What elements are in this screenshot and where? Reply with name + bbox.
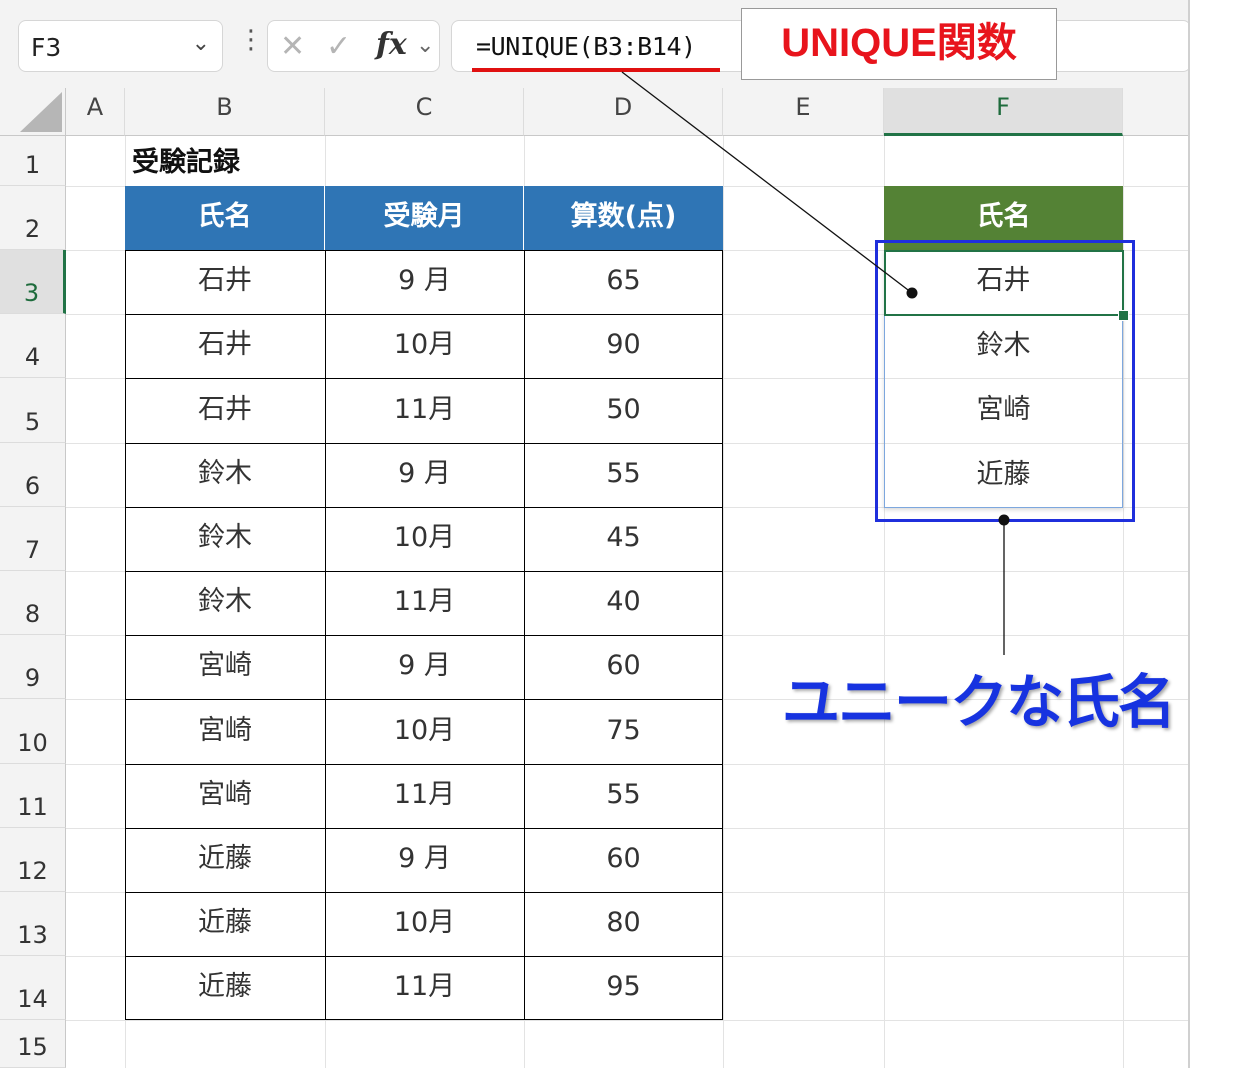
cell-month[interactable]: 9 月 — [325, 828, 524, 892]
insert-function-icon[interactable]: fx — [376, 27, 407, 62]
chevron-down-icon[interactable]: ⌄ — [192, 31, 210, 56]
row-header-14[interactable]: 14 — [0, 956, 66, 1020]
cell-name[interactable]: 石井 — [125, 378, 325, 443]
cell-score[interactable]: 95 — [524, 956, 723, 1020]
cell-score[interactable]: 75 — [524, 699, 723, 764]
select-all-corner[interactable] — [0, 88, 66, 136]
table-header-score[interactable]: 算数(点) — [524, 186, 723, 250]
cell-month[interactable]: 11月 — [325, 378, 524, 443]
sheet-title-cell[interactable]: 受験記録 — [132, 140, 240, 179]
row-header-3[interactable]: 3 — [0, 250, 66, 314]
row-header-11[interactable]: 11 — [0, 764, 66, 828]
cell-name[interactable]: 近藤 — [125, 828, 325, 892]
enter-icon[interactable]: ✓ — [326, 29, 351, 64]
row-header-9[interactable]: 9 — [0, 635, 66, 699]
more-options-icon[interactable]: ⋮ — [238, 27, 264, 53]
cell-score[interactable]: 90 — [524, 314, 723, 378]
cell-score[interactable]: 65 — [524, 250, 723, 314]
cell-month[interactable]: 9 月 — [325, 635, 524, 699]
row-header-13[interactable]: 13 — [0, 892, 66, 956]
cancel-icon[interactable]: ✕ — [280, 29, 305, 64]
cell-score[interactable]: 60 — [524, 635, 723, 699]
row-header-4[interactable]: 4 — [0, 314, 66, 378]
cell-score[interactable]: 50 — [524, 378, 723, 443]
column-header-g[interactable] — [1123, 88, 1188, 136]
column-header-d[interactable]: D — [524, 88, 723, 136]
column-header-b[interactable]: B — [125, 88, 325, 136]
row-header-1[interactable]: 1 — [0, 136, 66, 186]
cell-month[interactable]: 10月 — [325, 699, 524, 764]
cell-score[interactable]: 80 — [524, 892, 723, 956]
row-header-6[interactable]: 6 — [0, 443, 66, 507]
cell-month[interactable]: 10月 — [325, 507, 524, 571]
cell-name[interactable]: 石井 — [125, 314, 325, 378]
cell-score[interactable]: 45 — [524, 507, 723, 571]
cell-score[interactable]: 55 — [524, 764, 723, 828]
row-header-2[interactable]: 2 — [0, 186, 66, 250]
cell-name[interactable]: 石井 — [125, 250, 325, 314]
cell-month[interactable]: 9 月 — [325, 250, 524, 314]
cell-score[interactable]: 60 — [524, 828, 723, 892]
cell-name[interactable]: 宮崎 — [125, 699, 325, 764]
formula-buttons: ✕ ✓ fx ⌄ — [267, 20, 440, 72]
cell-month[interactable]: 10月 — [325, 892, 524, 956]
cell-month[interactable]: 11月 — [325, 571, 524, 635]
column-header-a[interactable]: A — [66, 88, 125, 136]
column-header-e[interactable]: E — [723, 88, 884, 136]
cell-month[interactable]: 11月 — [325, 956, 524, 1020]
name-box[interactable]: F3 ⌄ — [18, 20, 223, 72]
cell-score[interactable]: 40 — [524, 571, 723, 635]
cell-name[interactable]: 鈴木 — [125, 507, 325, 571]
row-header-12[interactable]: 12 — [0, 828, 66, 892]
row-header-15[interactable]: 15 — [0, 1020, 66, 1068]
chevron-down-icon[interactable]: ⌄ — [416, 33, 434, 58]
column-header-c[interactable]: C — [325, 88, 524, 136]
cell-score[interactable]: 55 — [524, 443, 723, 507]
column-header-f[interactable]: F — [884, 88, 1123, 136]
row-header-5[interactable]: 5 — [0, 378, 66, 443]
row-header-10[interactable]: 10 — [0, 699, 66, 764]
cell-name[interactable]: 宮崎 — [125, 635, 325, 699]
name-box-value: F3 — [31, 33, 62, 62]
cell-name[interactable]: 宮崎 — [125, 764, 325, 828]
highlight-box — [875, 240, 1135, 522]
cell-month[interactable]: 9 月 — [325, 443, 524, 507]
table-header-name[interactable]: 氏名 — [125, 186, 325, 250]
formula-text: =UNIQUE(B3:B14) — [476, 32, 696, 61]
callout-title: UNIQUE関数 — [741, 8, 1057, 80]
cell-name[interactable]: 近藤 — [125, 956, 325, 1020]
table-header-month[interactable]: 受験月 — [325, 186, 524, 250]
row-header-8[interactable]: 8 — [0, 571, 66, 635]
cell-name[interactable]: 鈴木 — [125, 571, 325, 635]
spreadsheet-window: F3 ⌄ ⋮ ✕ ✓ fx ⌄ =UNIQUE(B3:B14) A B C D … — [0, 0, 1190, 1068]
cell-month[interactable]: 11月 — [325, 764, 524, 828]
row-header-7[interactable]: 7 — [0, 507, 66, 571]
cell-month[interactable]: 10月 — [325, 314, 524, 378]
cell-name[interactable]: 近藤 — [125, 892, 325, 956]
annotation-label: ユニークな氏名 — [782, 668, 1176, 736]
formula-underline — [472, 68, 720, 72]
cell-name[interactable]: 鈴木 — [125, 443, 325, 507]
